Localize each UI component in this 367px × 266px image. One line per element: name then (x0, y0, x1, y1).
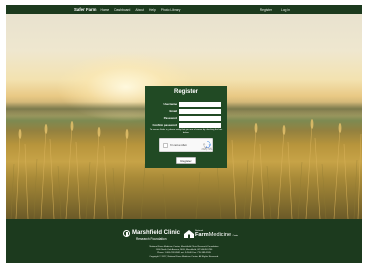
nav-help-link[interactable]: Help (149, 8, 156, 12)
register-title: Register (173, 89, 198, 95)
barn-icon (184, 230, 194, 238)
email-input[interactable] (179, 108, 221, 114)
recaptcha-checkbox[interactable] (163, 143, 168, 148)
footer-contact-line: Phone: 1-800-782-8581 ext. 9-2440 Fax: 7… (157, 252, 211, 254)
confirm-password-row: Confirm password (145, 122, 227, 128)
marshfield-clinic-logo: Marshfield Clinic Research Foundation (123, 229, 185, 243)
farm-medicine-wordmark: FarmMedicine Center (195, 232, 238, 238)
nav-dashboard-link[interactable]: Dashboard (114, 8, 130, 12)
recaptcha-logo-icon (203, 141, 211, 148)
confirm-password-label: Confirm password (152, 123, 177, 127)
farm-word: Farm (195, 232, 209, 238)
footer-address-line: National Farm Medicine Center, Marshfiel… (149, 246, 219, 248)
email-row: Email (145, 108, 227, 114)
footer-address-line: 1000 North Oak Avenue, MLB, Marshfield, … (155, 249, 213, 251)
brand-link[interactable]: Safer Farm (74, 7, 96, 12)
recaptcha-widget: I'm not a robot reCAPTCHA Privacy - Term… (159, 138, 213, 152)
footer: Marshfield Clinic Research Foundation Na… (6, 219, 362, 263)
confirm-password-input[interactable] (179, 122, 221, 128)
marshfield-clinic-name: Marshfield Clinic (132, 229, 181, 236)
research-foundation-text: Research Foundation (136, 236, 167, 241)
register-submit-button[interactable]: Register (176, 157, 196, 164)
marshfield-emblem-icon (123, 230, 130, 237)
register-form: Register Username Email Password Confirm… (145, 86, 227, 168)
nav-register-link[interactable]: Register (260, 8, 272, 12)
medicine-word: Medicine (208, 232, 232, 238)
username-label: Username (163, 102, 177, 106)
footer-copyright: Copyright © 2017, National Farm Medicine… (149, 256, 219, 258)
nav-login-link[interactable]: Log in (281, 8, 290, 12)
password-row: Password (145, 115, 227, 121)
password-label: Password (163, 116, 177, 120)
username-row: Username (145, 101, 227, 107)
recaptcha-privacy-terms: reCAPTCHA Privacy - Terms (201, 149, 213, 151)
farm-medicine-center-logo: National FarmMedicine Center (184, 229, 246, 243)
recaptcha-label: I'm not a robot (170, 144, 187, 147)
top-navbar: Safer Farm Home Dashboard About Help Pho… (6, 5, 362, 14)
nav-about-link[interactable]: About (135, 8, 144, 12)
human-verification-notice: To ensure Safer is, please verify that y… (149, 129, 223, 134)
browser-screenshot: Safer Farm Home Dashboard About Help Pho… (0, 0, 367, 266)
email-label: Email (169, 109, 177, 113)
password-input[interactable] (179, 115, 221, 121)
hero-wheat-field-image: Register Username Email Password Confirm… (6, 14, 362, 219)
nav-photo-library-link[interactable]: Photo Library (161, 8, 181, 12)
nav-home-link[interactable]: Home (100, 8, 109, 12)
center-word: Center (232, 235, 239, 237)
nav-account-links: Register Log in (251, 5, 290, 14)
username-input[interactable] (179, 101, 221, 107)
page: Safer Farm Home Dashboard About Help Pho… (6, 5, 362, 263)
